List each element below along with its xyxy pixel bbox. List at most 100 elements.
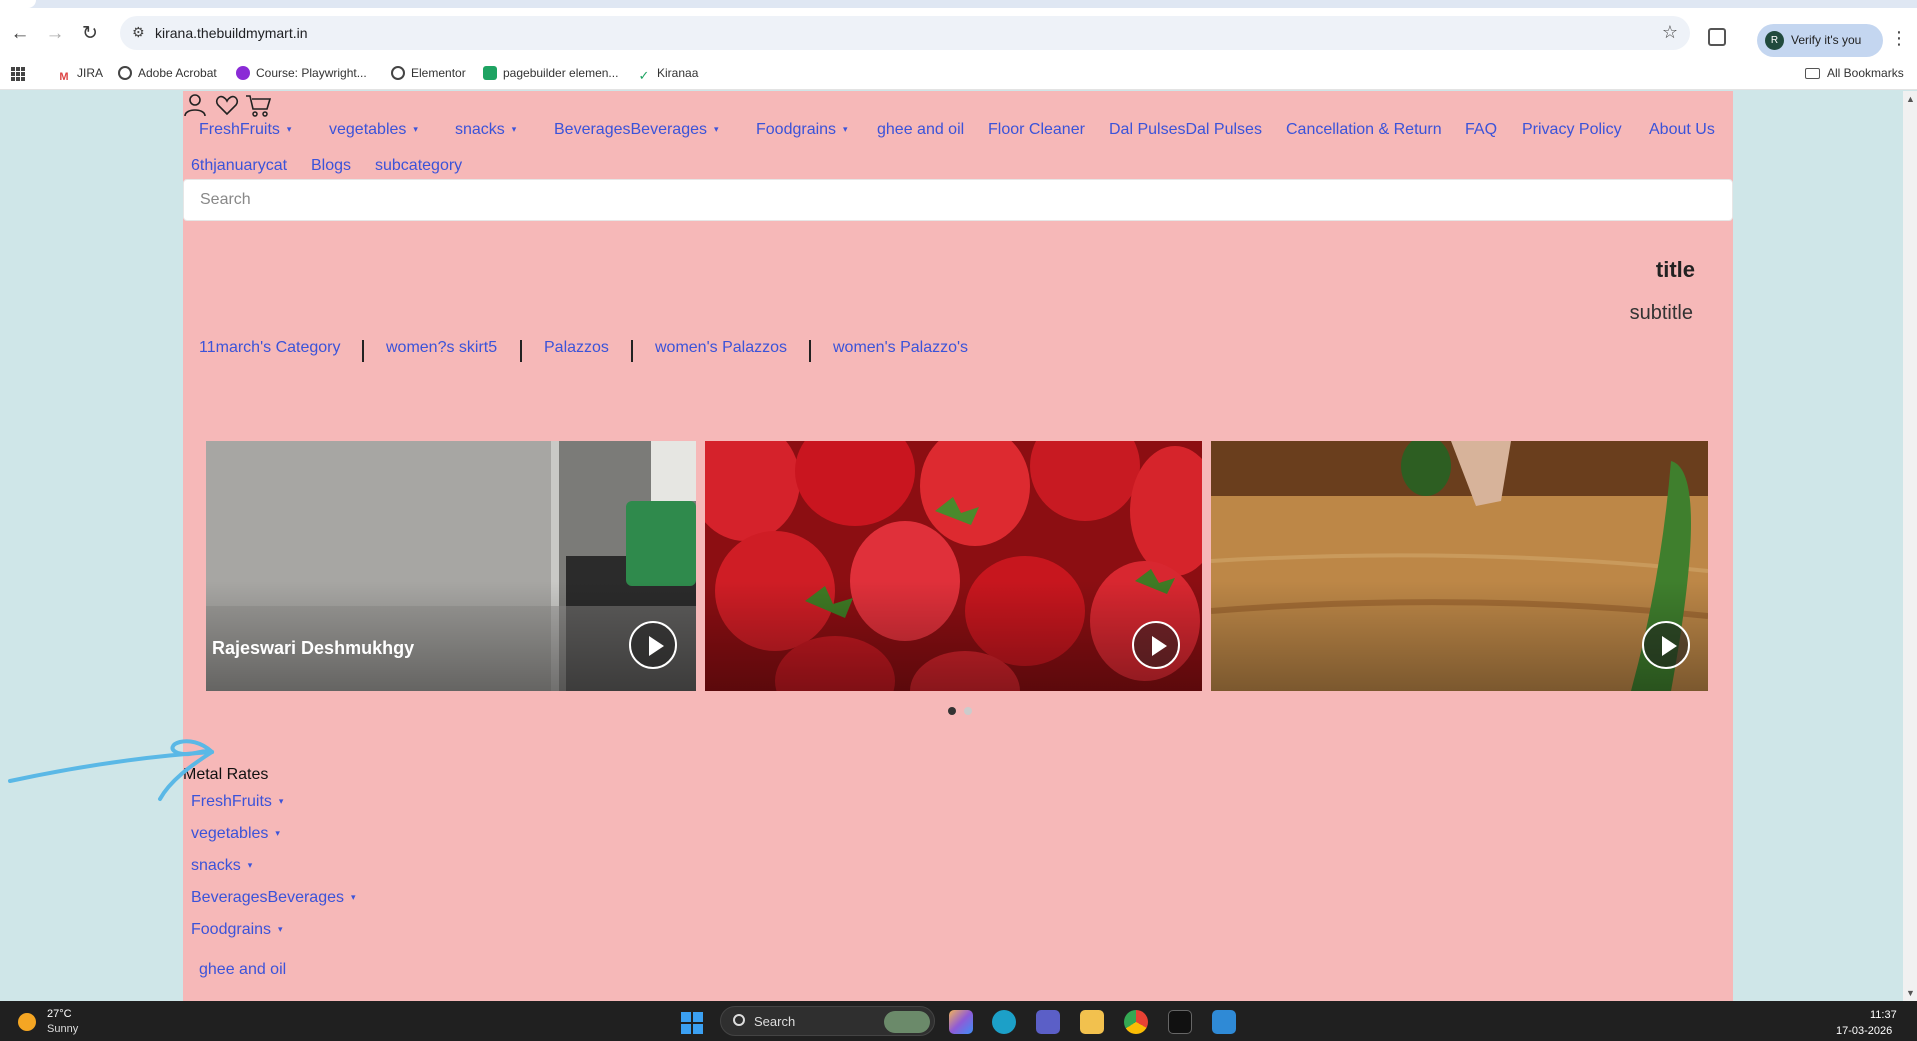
video-overlay (1211, 581, 1708, 691)
search-highlight-image (884, 1011, 930, 1033)
menu-kebab-icon[interactable]: ⋮ (1890, 28, 1908, 49)
all-bookmarks[interactable]: All Bookmarks (1805, 66, 1904, 80)
page-scrollbar[interactable]: ▲ ▼ (1903, 91, 1917, 1001)
globe-icon (391, 66, 405, 80)
bookmarks-bar: M JIRA Adobe Acrobat Course: Playwright..… (0, 58, 1917, 90)
clock-date: 17-03-2026 (1836, 1025, 1893, 1037)
bookmark-star-icon[interactable]: ☆ (1662, 22, 1678, 43)
bookmark-pagebuilder[interactable]: pagebuilder elemen... (483, 66, 618, 80)
carousel-dot-active[interactable] (948, 707, 956, 715)
bookmark-kiranaa[interactable]: ✓ Kiranaa (637, 66, 699, 83)
notepad-icon[interactable] (1212, 1010, 1236, 1034)
carousel-dot[interactable] (964, 707, 972, 715)
chevron-down-icon: ▾ (350, 892, 356, 902)
video-card[interactable] (705, 441, 1202, 691)
sidebar-item-snacks[interactable]: snacks ▾ (191, 857, 252, 875)
nav-foodgrains[interactable]: Foodgrains ▾ (756, 121, 848, 139)
taskbar-search[interactable]: Search (720, 1006, 935, 1036)
nav-faq[interactable]: FAQ (1465, 121, 1497, 139)
chevron-down-icon: ▾ (247, 860, 253, 870)
nav-freshfruits[interactable]: FreshFruits ▾ (199, 121, 291, 139)
video-overlay (705, 581, 1202, 691)
annotation-arrow-icon (8, 739, 214, 801)
scroll-up-icon[interactable]: ▲ (1906, 94, 1915, 104)
nav-vegetables[interactable]: vegetables ▾ (329, 121, 418, 139)
category-divider (362, 340, 364, 362)
address-bar[interactable]: ⚙ kirana.thebuildmymart.in ☆ (120, 16, 1690, 50)
category-link-11march[interactable]: 11march's Category (199, 339, 340, 357)
heart-icon[interactable] (215, 93, 239, 117)
sidebar-item-foodgrains[interactable]: Foodgrains ▾ (191, 921, 283, 939)
nav-floor-cleaner[interactable]: Floor Cleaner (988, 121, 1085, 139)
search-icon (733, 1014, 745, 1026)
back-icon[interactable]: ← (7, 21, 33, 47)
edge-icon[interactable] (992, 1010, 1016, 1034)
category-divider (631, 340, 633, 362)
profile-button[interactable]: R Verify it's you (1757, 24, 1883, 57)
weather-sun-icon[interactable] (18, 1013, 36, 1031)
url-text: kirana.thebuildmymart.in (155, 25, 308, 41)
nav-about-us[interactable]: About Us (1649, 121, 1715, 139)
extensions-icon[interactable] (1708, 28, 1726, 46)
bookmark-playwright[interactable]: Course: Playwright... (236, 66, 367, 80)
nav-ghee-and-oil[interactable]: ghee and oil (877, 121, 964, 139)
reload-icon[interactable]: ↻ (77, 21, 103, 47)
chevron-down-icon: ▾ (275, 828, 280, 838)
chrome-icon[interactable] (1124, 1010, 1148, 1034)
windows-start-icon[interactable] (681, 1012, 703, 1034)
category-link-womens-palazzo[interactable]: women's Palazzo's (833, 339, 968, 357)
video-card[interactable]: Rajeswari Deshmukhgy (206, 441, 696, 691)
nav-blogs[interactable]: Blogs (311, 157, 351, 175)
chevron-down-icon: ▾ (843, 124, 848, 134)
bookmark-elementor[interactable]: Elementor (391, 66, 466, 80)
chevron-down-icon: ▾ (278, 796, 284, 806)
nav-privacy-policy[interactable]: Privacy Policy (1522, 121, 1622, 139)
terminal-icon[interactable] (1168, 1010, 1192, 1034)
file-explorer-icon[interactable] (1080, 1010, 1104, 1034)
taskbar-search-label: Search (754, 1014, 796, 1029)
course-icon (236, 66, 250, 80)
video-caption: Rajeswari Deshmukhgy (212, 638, 415, 658)
category-link-skirt5[interactable]: women?s skirt5 (386, 339, 497, 357)
play-icon[interactable] (1642, 621, 1690, 669)
teams-icon[interactable] (1036, 1010, 1060, 1034)
play-icon[interactable] (629, 621, 677, 669)
gmail-icon: M (57, 70, 71, 84)
user-icon[interactable] (183, 93, 207, 117)
scroll-down-icon[interactable]: ▼ (1906, 988, 1915, 998)
category-divider (520, 340, 522, 362)
nav-snacks[interactable]: snacks ▾ (455, 121, 516, 139)
browser-toolbar: ← → ↻ ⚙ kirana.thebuildmymart.in ☆ R Ver… (0, 8, 1917, 58)
chevron-down-icon: ▾ (286, 124, 292, 134)
page-title: title (1655, 257, 1695, 282)
video-overlay (206, 581, 696, 691)
sidebar-item-ghee-and-oil[interactable]: ghee and oil (199, 961, 286, 979)
bookmark-jira[interactable]: M JIRA (57, 66, 103, 84)
forward-icon[interactable]: → (42, 21, 68, 47)
copilot-icon[interactable] (949, 1010, 973, 1034)
site-settings-icon[interactable]: ⚙ (132, 24, 145, 41)
nav-beverages[interactable]: BeveragesBeverages ▾ (554, 121, 719, 139)
site-container: FreshFruits ▾ vegetables ▾ snacks ▾ Beverag… (183, 91, 1733, 1001)
active-tab[interactable] (0, 0, 36, 8)
nav-6thjanuarycat[interactable]: 6thjanuarycat (191, 157, 287, 175)
bookmark-adobe[interactable]: Adobe Acrobat (118, 66, 217, 80)
sidebar-item-vegetables[interactable]: vegetables ▾ (191, 825, 280, 843)
video-card[interactable] (1211, 441, 1708, 691)
apps-grid-icon[interactable] (11, 67, 25, 81)
search-input[interactable] (183, 179, 1733, 221)
category-link-womens-palazzos[interactable]: women's Palazzos (655, 339, 787, 357)
nav-cancellation-return[interactable]: Cancellation & Return (1286, 121, 1442, 139)
nav-subcategory[interactable]: subcategory (375, 157, 462, 175)
sheets-icon (483, 66, 497, 80)
chevron-down-icon: ▾ (511, 124, 517, 134)
sidebar-item-beverages[interactable]: BeveragesBeverages ▾ (191, 889, 356, 907)
nav-dal-pulses[interactable]: Dal PulsesDal Pulses (1109, 121, 1262, 139)
tab-strip (0, 0, 1917, 8)
category-divider (809, 340, 811, 362)
play-icon[interactable] (1132, 621, 1180, 669)
cart-icon[interactable] (245, 93, 271, 117)
category-link-palazzos[interactable]: Palazzos (544, 339, 609, 357)
avatar: R (1765, 31, 1784, 50)
weather-condition: Sunny (47, 1023, 79, 1035)
